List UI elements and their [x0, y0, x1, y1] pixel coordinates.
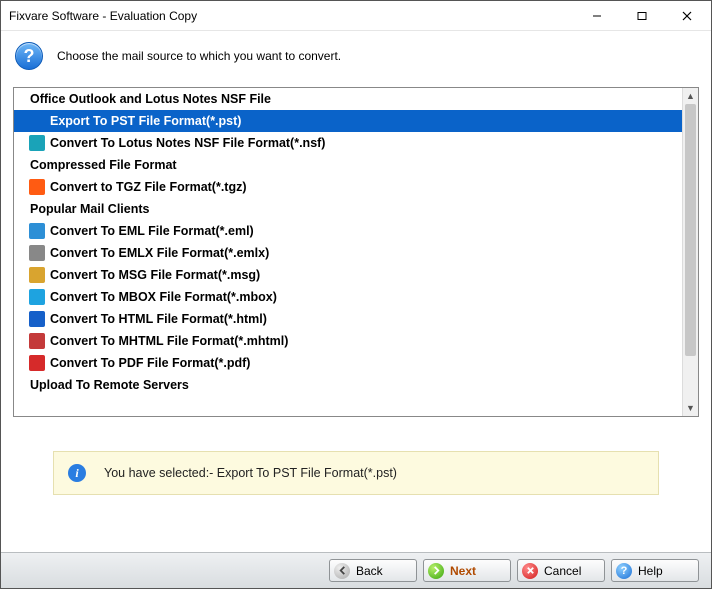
list-item[interactable]: Convert To MBOX File Format(*.mbox) — [14, 286, 682, 308]
next-icon — [428, 563, 444, 579]
mhtml-icon — [28, 332, 46, 350]
list-category: Popular Mail Clients — [14, 198, 682, 220]
header: ? Choose the mail source to which you wa… — [1, 31, 711, 81]
help-button[interactable]: ? Help — [611, 559, 699, 582]
scroll-down-icon[interactable]: ▼ — [683, 400, 698, 416]
maximize-button[interactable] — [619, 2, 664, 30]
close-button[interactable] — [664, 2, 709, 30]
info-icon: i — [68, 464, 86, 482]
header-instruction: Choose the mail source to which you want… — [57, 49, 341, 63]
selection-status-text: You have selected:- Export To PST File F… — [104, 466, 397, 480]
list-item-label: Convert To HTML File Format(*.html) — [50, 312, 267, 326]
list-item-label: Convert To MBOX File Format(*.mbox) — [50, 290, 277, 304]
window-title: Fixvare Software - Evaluation Copy — [9, 9, 574, 23]
format-list[interactable]: Office Outlook and Lotus Notes NSF File E… — [14, 88, 682, 416]
list-item-label: Export To PST File Format(*.pst) — [50, 114, 241, 128]
back-button[interactable]: Back — [329, 559, 417, 582]
list-item[interactable]: Convert To MSG File Format(*.msg) — [14, 264, 682, 286]
selection-status: i You have selected:- Export To PST File… — [53, 451, 659, 495]
category-label: Office Outlook and Lotus Notes NSF File — [30, 92, 271, 106]
msg-icon — [28, 266, 46, 284]
list-item[interactable]: Convert To EMLX File Format(*.emlx) — [14, 242, 682, 264]
next-button[interactable]: Next — [423, 559, 511, 582]
list-item-label: Convert To EMLX File Format(*.emlx) — [50, 246, 269, 260]
cancel-icon — [522, 563, 538, 579]
list-item-label: Convert To MHTML File Format(*.mhtml) — [50, 334, 288, 348]
category-label: Compressed File Format — [30, 158, 177, 172]
scroll-up-icon[interactable]: ▲ — [683, 88, 698, 104]
list-category: Office Outlook and Lotus Notes NSF File — [14, 88, 682, 110]
list-category: Upload To Remote Servers — [14, 374, 682, 396]
list-item-label: Convert To MSG File Format(*.msg) — [50, 268, 260, 282]
list-item[interactable]: Convert To MHTML File Format(*.mhtml) — [14, 330, 682, 352]
question-icon: ? — [15, 42, 43, 70]
outlook-icon — [28, 112, 46, 130]
list-item[interactable]: Convert To PDF File Format(*.pdf) — [14, 352, 682, 374]
list-category: Compressed File Format — [14, 154, 682, 176]
minimize-button[interactable] — [574, 2, 619, 30]
next-label: Next — [450, 564, 476, 578]
list-item[interactable]: Convert To HTML File Format(*.html) — [14, 308, 682, 330]
footer: Back Next Cancel ? Help — [1, 552, 711, 588]
tgz-icon — [28, 178, 46, 196]
html-icon — [28, 310, 46, 328]
help-icon: ? — [616, 563, 632, 579]
back-label: Back — [356, 564, 383, 578]
list-item[interactable]: Convert to TGZ File Format(*.tgz) — [14, 176, 682, 198]
scroll-track[interactable] — [683, 104, 698, 400]
emlx-icon — [28, 244, 46, 262]
mbox-icon — [28, 288, 46, 306]
format-list-panel: Office Outlook and Lotus Notes NSF File E… — [13, 87, 699, 417]
scroll-thumb[interactable] — [685, 104, 696, 356]
list-item-label: Convert To Lotus Notes NSF File Format(*… — [50, 136, 325, 150]
pdf-icon — [28, 354, 46, 372]
cancel-label: Cancel — [544, 564, 581, 578]
category-label: Popular Mail Clients — [30, 202, 149, 216]
back-icon — [334, 563, 350, 579]
scrollbar[interactable]: ▲ ▼ — [682, 88, 698, 416]
list-item-label: Convert to TGZ File Format(*.tgz) — [50, 180, 247, 194]
eml-icon — [28, 222, 46, 240]
list-item[interactable]: Convert To EML File Format(*.eml) — [14, 220, 682, 242]
lotus-icon — [28, 134, 46, 152]
list-item-label: Convert To PDF File Format(*.pdf) — [50, 356, 250, 370]
help-label: Help — [638, 564, 663, 578]
category-label: Upload To Remote Servers — [30, 378, 189, 392]
titlebar: Fixvare Software - Evaluation Copy — [1, 1, 711, 31]
list-item-label: Convert To EML File Format(*.eml) — [50, 224, 254, 238]
list-item[interactable]: Export To PST File Format(*.pst) — [14, 110, 682, 132]
cancel-button[interactable]: Cancel — [517, 559, 605, 582]
list-item[interactable]: Convert To Lotus Notes NSF File Format(*… — [14, 132, 682, 154]
